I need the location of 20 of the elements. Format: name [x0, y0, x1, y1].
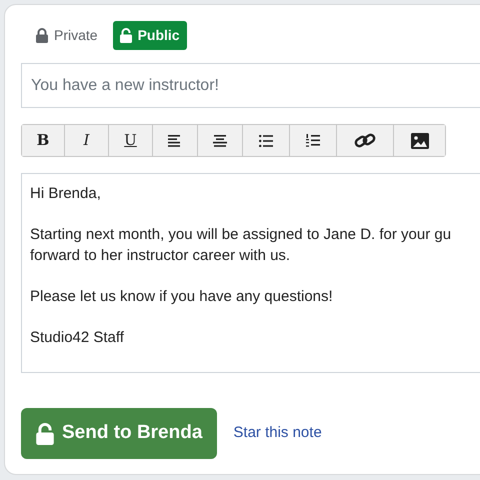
body-paragraph: Hi Brenda,: [30, 184, 102, 204]
visibility-toggle[interactable]: Private: [29, 21, 105, 50]
bold-button[interactable]: B: [22, 125, 65, 156]
message-body-field[interactable]: Hi Brenda, Starting next month, you will be assigned to Jane D. for your gu forward to her instructor career with us. Please let us know if you have any questions! Studio42 Staff: [21, 173, 480, 373]
body-paragraph: Studio42 Staff: [30, 328, 125, 348]
image-icon: [410, 132, 428, 148]
public-toggle[interactable]: Public: [112, 21, 187, 50]
send-button[interactable]: Send to Brenda: [21, 408, 218, 459]
body-paragraph: Please let us know if you have any questions!: [30, 287, 334, 307]
link-icon: [354, 132, 376, 150]
lock-icon: [36, 28, 48, 43]
unlocked-lock-icon: [120, 28, 132, 43]
bullet-list-icon: [259, 134, 273, 146]
star-note-link[interactable]: Star this note: [233, 422, 322, 445]
body-paragraph: Starting next month, you will be assigned to Jane D. for your gu forward to her instructor career with us.: [30, 225, 452, 266]
subject-field[interactable]: You have a new instructor!: [21, 63, 480, 108]
align-center-icon: [213, 134, 227, 146]
align-left-icon: [168, 134, 182, 146]
numbered-list-icon: [306, 134, 320, 147]
unlocked-lock-icon: [36, 422, 54, 444]
